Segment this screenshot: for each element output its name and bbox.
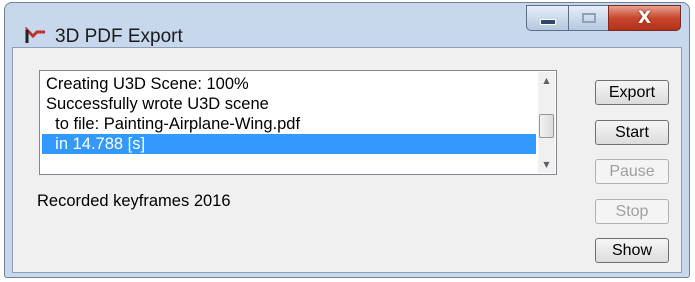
dialog-body: Export Start Pause Stop Show Creating U3… [12, 47, 682, 273]
maximize-icon [581, 13, 596, 23]
log-line-selected[interactable]: in 14.788 [s] [42, 134, 536, 154]
maximize-button[interactable] [568, 5, 608, 31]
app-logo-icon [25, 27, 45, 43]
scroll-thumb[interactable] [539, 114, 554, 138]
minimize-icon [539, 19, 556, 25]
scroll-up-icon[interactable]: ▲ [538, 72, 555, 89]
log-line[interactable]: Creating U3D Scene: 100% [42, 74, 536, 94]
pause-button[interactable]: Pause [595, 159, 669, 184]
title-bar[interactable]: 3D PDF Export X [5, 3, 689, 47]
log-listbox[interactable]: Creating U3D Scene: 100% Successfully wr… [39, 70, 557, 175]
start-button[interactable]: Start [595, 120, 669, 145]
export-button[interactable]: Export [595, 80, 669, 105]
log-rows: Creating U3D Scene: 100% Successfully wr… [42, 74, 536, 154]
close-button[interactable]: X [608, 5, 681, 31]
show-button[interactable]: Show [595, 238, 669, 263]
close-icon: X [637, 8, 652, 28]
log-line[interactable]: Successfully wrote U3D scene [42, 94, 536, 114]
status-text: Recorded keyframes 2016 [37, 192, 231, 210]
vertical-scrollbar[interactable]: ▲ ▼ [538, 72, 555, 173]
minimize-button[interactable] [526, 5, 568, 31]
log-line[interactable]: to file: Painting-Airplane-Wing.pdf [42, 114, 536, 134]
window-title: 3D PDF Export [55, 26, 183, 47]
stop-button[interactable]: Stop [595, 199, 669, 224]
export-window: 3D PDF Export X Export Start Pause Stop … [4, 2, 690, 278]
scroll-down-icon[interactable]: ▼ [538, 156, 555, 173]
caption-buttons: X [526, 5, 681, 31]
